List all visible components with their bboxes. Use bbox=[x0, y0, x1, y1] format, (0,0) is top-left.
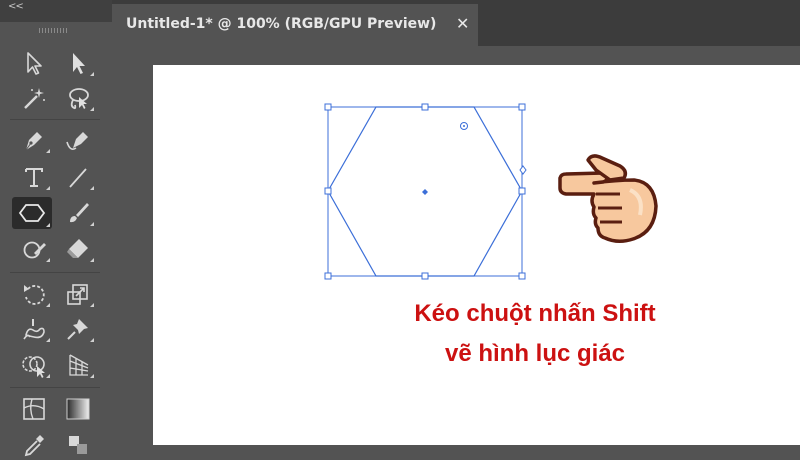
caption-line-1: Kéo chuột nhấn Shift bbox=[414, 300, 656, 327]
center-point bbox=[422, 189, 428, 195]
canvas-overlay bbox=[324, 103, 658, 280]
sides-widget-handle[interactable] bbox=[519, 165, 527, 175]
resize-handle-bottom-right[interactable] bbox=[518, 272, 526, 280]
resize-handle-bottom[interactable] bbox=[421, 272, 429, 280]
resize-handle-top[interactable] bbox=[421, 103, 429, 111]
resize-handle-top-left[interactable] bbox=[324, 103, 332, 111]
caption-line-2: vẽ hình lục giác bbox=[444, 340, 626, 367]
pointing-hand-icon bbox=[558, 154, 658, 243]
live-corner-widget-dot bbox=[463, 125, 465, 127]
resize-handle-bottom-left[interactable] bbox=[324, 272, 332, 280]
resize-handle-top-right[interactable] bbox=[518, 103, 526, 111]
resize-handle-left[interactable] bbox=[324, 187, 332, 195]
resize-handle-right[interactable] bbox=[518, 187, 526, 195]
